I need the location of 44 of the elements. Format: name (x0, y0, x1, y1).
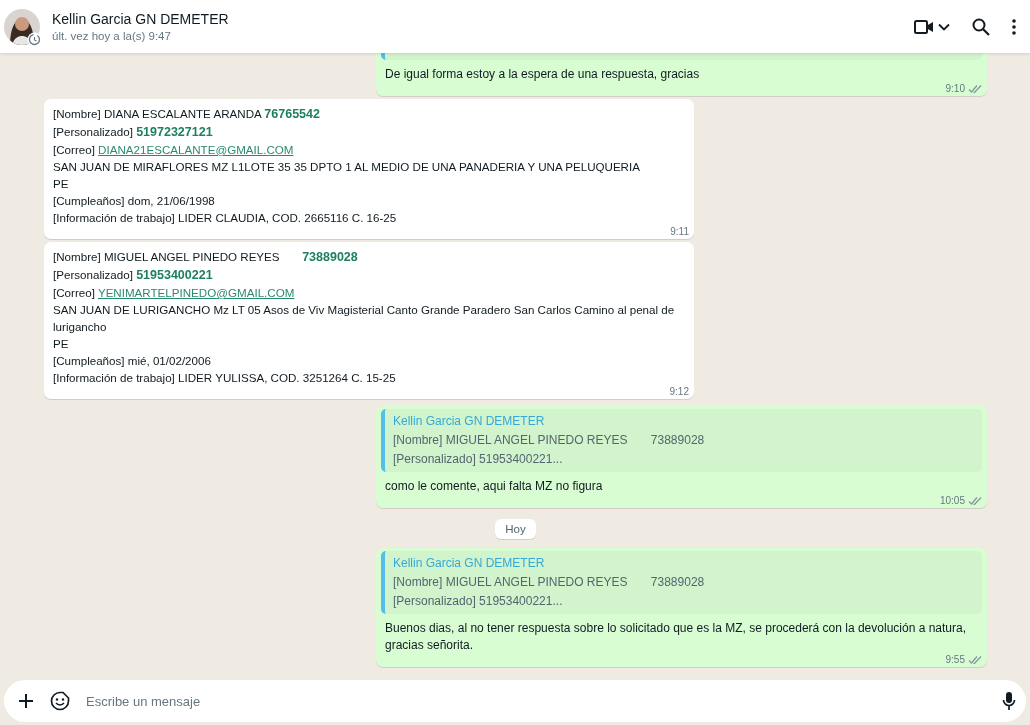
quote-text: [Personalizado] 51953400221... (393, 451, 564, 468)
message-text: De igual forma estoy a la espera de una respuesta, gracias (385, 66, 701, 83)
quoted-message[interactable]: Kellin Garcia GN DEMETER [Nombre] MIGUEL ANGEL PINEDO REYES 73889028 [Personalizado] 51953400221... (381, 551, 982, 614)
message-text: [Personalizado] 51953400221 (53, 267, 214, 284)
quote-author: Kellin Garcia GN DEMETER (393, 555, 546, 572)
quote-text: [Nombre] MIGUEL ANGEL PINEDO REYES 73889028 (393, 574, 706, 591)
contact-name: Kellin Garcia GN DEMETER (52, 11, 230, 27)
message-text: SAN JUAN DE LURIGANCHO Mz LT 05 Asos de Viv Magisterial Canto Grande Paradero San Carlos Camino al penal de lurigancho (53, 302, 676, 335)
quote-author: Kellin Garcia GN DEMETER (393, 413, 546, 430)
last-seen-status: últ. vez hoy a la(s) 9:47 (52, 30, 172, 42)
video-call-button[interactable] (914, 18, 950, 35)
message-text: PE (53, 336, 70, 352)
quoted-message[interactable]: Kellin Garcia GN DEMETER [Nombre] MIGUEL ANGEL PINEDO REYES 73889028 [Personalizado] 51953400221... (381, 409, 982, 472)
message-time: 10:05 (939, 494, 965, 508)
message-time: 9:10 (945, 82, 965, 96)
message-text: PE (53, 176, 70, 192)
menu-button[interactable] (1012, 18, 1016, 35)
quote-text: [Nombre] MIGUEL ANGEL PINEDO REYES 73889028 (393, 432, 706, 449)
message-time: 9:55 (945, 653, 965, 667)
message-text: [Cumpleaños] mié, 01/02/2006 (53, 353, 212, 369)
message-text: [Correo] YENIMARTELPINEDO@GMAIL.COM (53, 285, 296, 301)
message-text: [Nombre] MIGUEL ANGEL PINEDO REYES 73889028 (53, 249, 359, 266)
message-text: [Información de trabajo] LIDER CLAUDIA, COD. 2665116 C. 16-25 (53, 210, 398, 226)
email-link[interactable]: DIANA21ESCALANTE@GMAIL.COM (98, 143, 294, 156)
message-text: [Información de trabajo] LIDER YULISSA, COD. 3251264 C. 15-25 (53, 370, 397, 386)
caret-icon (938, 22, 950, 31)
message-text: [Nombre] DIANA ESCALANTE ARANDA 76765542 (53, 106, 321, 123)
microphone-button[interactable] (1002, 691, 1016, 711)
date-chip: Hoy (495, 519, 536, 539)
message-text: [Cumpleaños] dom, 21/06/1998 (53, 193, 216, 209)
email-link[interactable]: YENIMARTELPINEDO@GMAIL.COM (97, 286, 295, 299)
message-text: Buenos dias, al no tener respuesta sobre lo solicitado que es la MZ, se procederá con la devolución a natura, gracias señorita. (385, 620, 967, 654)
message-time: 9:11 (670, 225, 689, 239)
status-ring-icon (27, 31, 42, 47)
attach-plus-button[interactable] (18, 693, 34, 709)
sticker-button[interactable] (50, 691, 70, 711)
quote-text: [Personalizado] 51953400221... (393, 593, 564, 610)
message-text: [Personalizado] 51972327121 (53, 124, 214, 141)
message-field[interactable]: Escribe un mensaje (4, 680, 1026, 722)
message-time: 9:12 (669, 385, 689, 399)
message-text: como le comente, aqui falta MZ no figura (385, 478, 604, 495)
message-text: [Correo] DIANA21ESCALANTE@GMAIL.COM (53, 142, 295, 158)
message-text: SAN JUAN DE MIRAFLORES MZ L1LOTE 35 35 DPTO 1 AL MEDIO DE UNA PANADERIA Y UNA PELUQUERIA (53, 159, 641, 175)
search-button[interactable] (972, 17, 990, 36)
